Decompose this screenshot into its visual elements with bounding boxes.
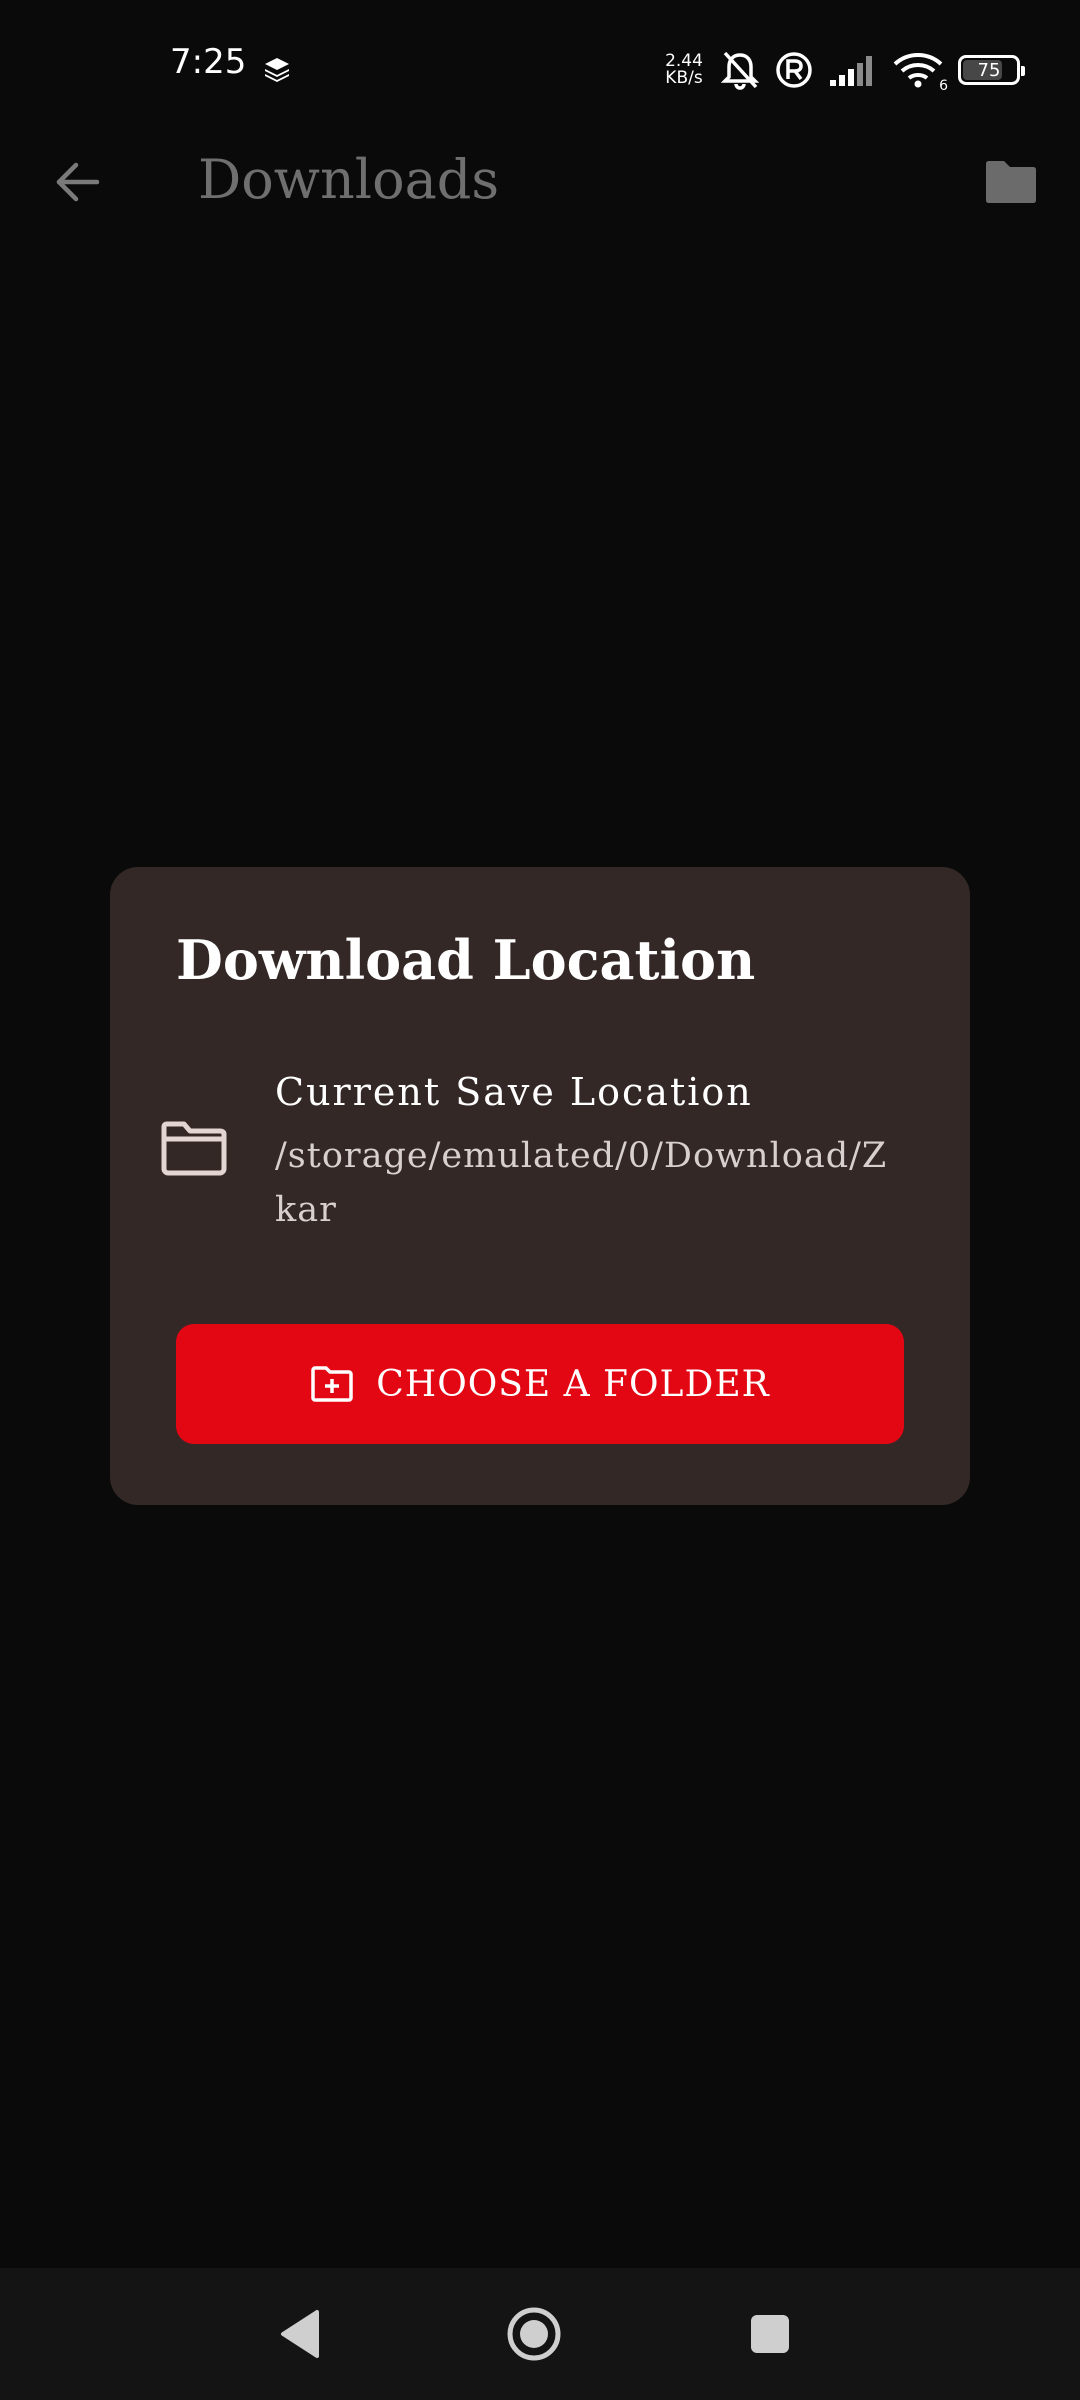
signal-icon (828, 52, 878, 88)
location-path: /storage/emulated/0/Download/Zkar (275, 1136, 888, 1230)
folder-button[interactable] (978, 149, 1044, 215)
downloads-screen: 7:25 2.44 KB/s 6 75 Downloads Download L… (0, 0, 1080, 2400)
nav-home-button[interactable] (498, 2298, 570, 2370)
folder-plus-icon (311, 1366, 354, 1402)
triangle-back-icon (281, 2310, 319, 2358)
download-location-dialog: Download Location Current Save Location … (110, 867, 970, 1505)
network-speed: 2.44 KB/s (662, 53, 706, 87)
registered-icon (774, 50, 814, 90)
battery-level: 75 (977, 59, 1001, 81)
layers-icon (262, 54, 292, 84)
page-title: Downloads (198, 148, 500, 211)
status-icons: 2.44 KB/s 6 75 (662, 48, 1025, 94)
status-time: 7:25 (170, 42, 247, 82)
bell-muted-icon (720, 49, 760, 91)
choose-folder-button[interactable]: CHOOSE A FOLDER (176, 1324, 904, 1444)
folder-outline-icon (158, 1119, 230, 1179)
choose-folder-label: CHOOSE A FOLDER (376, 1363, 770, 1405)
navigation-bar (0, 2268, 1080, 2400)
status-bar: 7:25 2.44 KB/s 6 75 (0, 0, 1080, 135)
location-label: Current Save Location (275, 1070, 753, 1114)
nav-recents-button[interactable] (734, 2298, 806, 2370)
battery-indicator: 75 (958, 55, 1025, 85)
network-speed-unit: KB/s (665, 68, 703, 88)
app-bar: Downloads (0, 135, 1080, 225)
wifi-badge: 6 (939, 78, 948, 94)
arrow-left-icon (56, 162, 100, 202)
dialog-title: Download Location (176, 928, 756, 992)
folder-icon (986, 161, 1036, 203)
square-recents-icon (751, 2315, 789, 2353)
wifi-icon: 6 (892, 50, 948, 94)
nav-back-button[interactable] (264, 2298, 336, 2370)
circle-home-icon (507, 2307, 561, 2361)
back-button[interactable] (44, 149, 110, 215)
